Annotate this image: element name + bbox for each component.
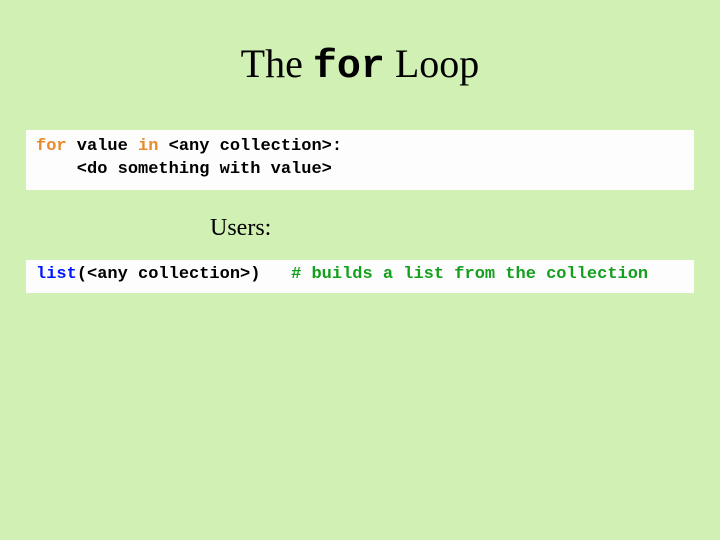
slide: The for Loop for value in <any collectio… [0, 0, 720, 540]
code-text: (<any collection>) [77, 265, 291, 284]
code-text: value [67, 137, 138, 156]
title-keyword-for: for [313, 45, 385, 90]
code-block-for-loop: for value in <any collection>: <do somet… [26, 130, 694, 190]
keyword-for: for [36, 137, 67, 156]
keyword-in: in [138, 137, 158, 156]
users-label: Users: [210, 215, 271, 242]
code-text: <any collection>: [158, 137, 342, 156]
title-part-1: The [241, 41, 313, 86]
title-part-3: Loop [385, 41, 479, 86]
slide-title: The for Loop [0, 44, 720, 88]
code-block-list: list(<any collection>) # builds a list f… [26, 260, 694, 293]
comment: # builds a list from the collection [291, 265, 648, 284]
builtin-list: list [36, 265, 77, 284]
code-line-2: <do something with value> [36, 160, 332, 179]
